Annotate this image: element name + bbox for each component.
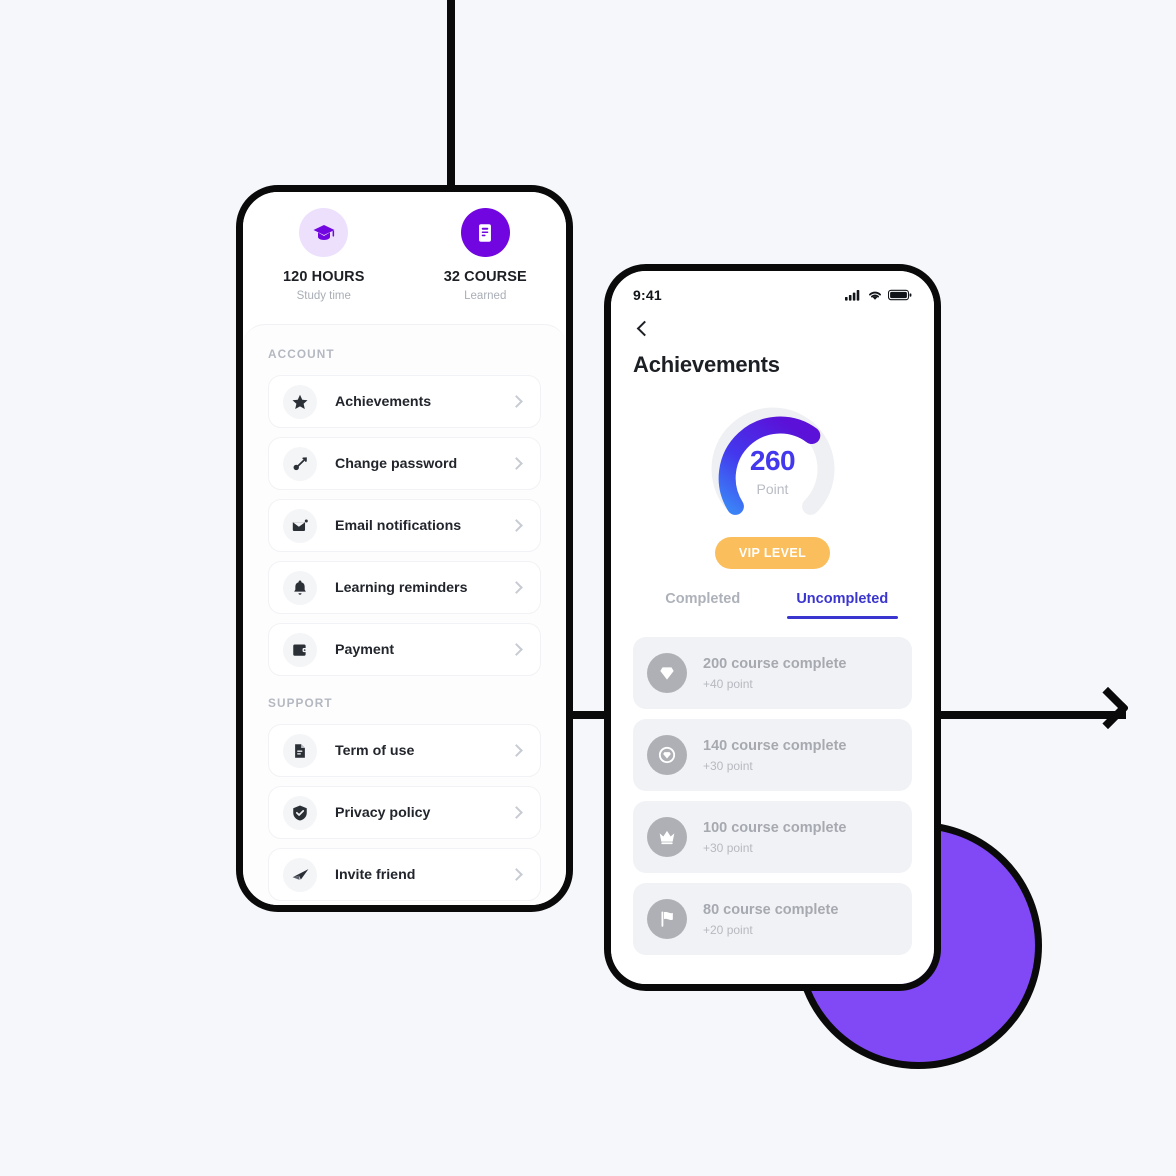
menu-item-email-notifications[interactable]: Email notifications bbox=[268, 499, 541, 552]
menu-item-label: Payment bbox=[335, 641, 395, 658]
chevron-right-icon bbox=[510, 395, 523, 408]
achievement-points: +40 point bbox=[703, 676, 753, 691]
vip-level-badge[interactable]: VIP LEVEL bbox=[714, 537, 831, 569]
menu-item-invite-friend[interactable]: Invite friend bbox=[268, 848, 541, 901]
section-heading-account: ACCOUNT bbox=[268, 347, 335, 361]
achievement-name: 140 course complete bbox=[703, 737, 847, 754]
envelope-icon bbox=[283, 508, 317, 543]
status-bar-time: 9:41 bbox=[633, 287, 662, 303]
wallet-icon bbox=[283, 632, 317, 667]
document-icon bbox=[460, 208, 510, 257]
chevron-right-icon bbox=[510, 581, 523, 594]
page-title: Achievements bbox=[633, 352, 780, 377]
chevron-right-icon bbox=[510, 457, 523, 470]
list-item[interactable]: 80 course complete +20 point bbox=[633, 883, 912, 955]
menu-item-label: Term of use bbox=[335, 742, 415, 759]
menu-item-label: Learning reminders bbox=[335, 579, 468, 596]
menu-item-label: Change password bbox=[335, 455, 458, 472]
achievement-points: +20 point bbox=[703, 922, 753, 937]
menu-item-change-password[interactable]: Change password bbox=[268, 437, 541, 490]
achievement-points: +30 point bbox=[703, 758, 753, 773]
stat-value: 120 HOURS bbox=[283, 269, 365, 285]
shield-check-icon bbox=[283, 795, 317, 830]
arrow-head-icon bbox=[1086, 686, 1130, 730]
chevron-right-icon bbox=[510, 806, 523, 819]
wifi-icon bbox=[869, 291, 881, 300]
star-icon bbox=[283, 384, 317, 419]
menu-item-label: Achievements bbox=[335, 393, 432, 410]
status-bar: 9:41 bbox=[633, 271, 912, 311]
phone-achievements-screen: 9:41 Achievements 260 Point VIP LEVEL Co… bbox=[604, 264, 941, 991]
stats-row: 120 HOURS Study time 32 COURSE Learned bbox=[243, 192, 566, 324]
gauge-value: 260 bbox=[749, 445, 796, 476]
achievement-name: 200 course complete bbox=[703, 655, 847, 672]
achievement-name: 80 course complete bbox=[703, 901, 839, 918]
list-item[interactable]: 100 course complete +30 point bbox=[633, 801, 912, 873]
menu-item-privacy-policy[interactable]: Privacy policy bbox=[268, 786, 541, 839]
achievement-name: 100 course complete bbox=[703, 819, 847, 836]
section-heading-support: SUPPORT bbox=[268, 696, 333, 710]
menu-item-label: Invite friend bbox=[335, 866, 416, 883]
diamond-icon bbox=[647, 653, 687, 693]
achievement-tabs: Completed Uncompleted bbox=[633, 591, 912, 619]
battery-icon bbox=[888, 289, 912, 301]
cellular-signal-icon bbox=[845, 290, 860, 301]
achievement-points: +30 point bbox=[703, 840, 753, 855]
graduation-cap-icon bbox=[299, 208, 349, 257]
chevron-right-icon bbox=[510, 744, 523, 757]
phone-settings-screen: 120 HOURS Study time 32 COURSE Learned A… bbox=[236, 185, 573, 912]
points-gauge: 260 Point bbox=[698, 400, 848, 525]
stat-courses-learned[interactable]: 32 COURSE Learned bbox=[405, 208, 567, 302]
stat-label: Learned bbox=[464, 290, 507, 302]
flag-icon bbox=[647, 899, 687, 939]
chevron-right-icon bbox=[510, 868, 523, 881]
bell-icon bbox=[283, 570, 317, 605]
gem-circle-icon bbox=[647, 735, 687, 775]
list-item[interactable]: 140 course complete +30 point bbox=[633, 719, 912, 791]
tab-completed[interactable]: Completed bbox=[633, 591, 773, 619]
menu-item-learning-reminders[interactable]: Learning reminders bbox=[268, 561, 541, 614]
tab-uncompleted[interactable]: Uncompleted bbox=[773, 591, 913, 619]
crown-icon bbox=[647, 817, 687, 857]
key-icon bbox=[283, 446, 317, 481]
canvas: 120 HOURS Study time 32 COURSE Learned A… bbox=[0, 0, 1176, 1176]
document-text-icon bbox=[283, 733, 317, 768]
stat-study-time[interactable]: 120 HOURS Study time bbox=[243, 208, 405, 302]
chevron-right-icon bbox=[510, 519, 523, 532]
menu-item-term-of-use[interactable]: Term of use bbox=[268, 724, 541, 777]
list-item[interactable]: 200 course complete +40 point bbox=[633, 637, 912, 709]
settings-menu-body: ACCOUNT Achievements Change password Ema… bbox=[243, 324, 566, 905]
stat-label: Study time bbox=[296, 290, 351, 302]
menu-item-label: Privacy policy bbox=[335, 804, 431, 821]
gauge-unit: Point bbox=[756, 481, 789, 497]
back-chevron-icon[interactable] bbox=[636, 320, 653, 337]
menu-item-label: Email notifications bbox=[335, 517, 462, 534]
menu-item-achievements[interactable]: Achievements bbox=[268, 375, 541, 428]
achievement-list: 200 course complete +40 point 140 course… bbox=[633, 637, 912, 955]
chevron-right-icon bbox=[510, 643, 523, 656]
paper-plane-icon bbox=[283, 857, 317, 892]
connector-line-top bbox=[447, 0, 455, 196]
menu-item-payment[interactable]: Payment bbox=[268, 623, 541, 676]
stat-value: 32 COURSE bbox=[443, 269, 527, 285]
